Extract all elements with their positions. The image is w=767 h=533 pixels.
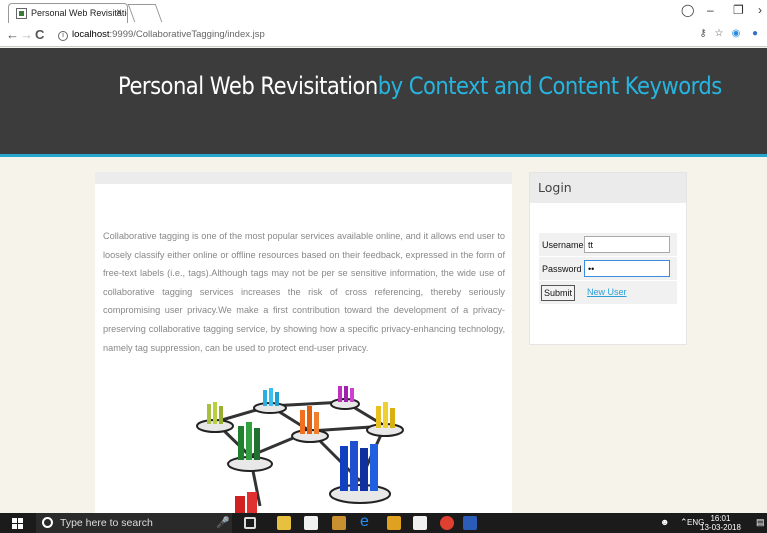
- url-input[interactable]: i localhost:9999/CollaborativeTagging/ind…: [50, 25, 660, 44]
- word-icon[interactable]: [463, 516, 477, 530]
- windows-taskbar: Type here to search 🎤 e ☻ ⌃ ENG 16:01 13…: [0, 513, 767, 533]
- site-title: Personal Web Revisitationby Context and …: [118, 72, 722, 100]
- cortana-icon: [42, 517, 53, 528]
- task-view-icon[interactable]: [244, 517, 256, 529]
- password-input[interactable]: ••: [584, 260, 670, 277]
- login-form: Username tt Password •• Submit New User: [539, 233, 677, 305]
- profile-icon[interactable]: ◯: [681, 3, 694, 17]
- site-info-icon[interactable]: i: [58, 31, 68, 41]
- key-icon[interactable]: ⚷: [697, 28, 709, 40]
- clock-time: 16:01: [710, 514, 731, 523]
- forward-icon[interactable]: →: [20, 27, 33, 42]
- paint-icon[interactable]: [387, 516, 401, 530]
- notification-icon[interactable]: ▤: [756, 517, 765, 528]
- extension-icon[interactable]: ◉: [730, 28, 742, 40]
- chrome-icon[interactable]: [440, 516, 454, 530]
- reload-icon[interactable]: C: [35, 27, 44, 42]
- back-icon[interactable]: ←: [6, 27, 19, 42]
- tab-title: Personal Web Revisitatio: [31, 8, 128, 18]
- page-favicon-icon: [16, 8, 27, 19]
- store-icon[interactable]: [304, 516, 318, 530]
- content-top-strip: [95, 172, 512, 184]
- address-bar-row: ← → C i localhost:9999/CollaborativeTaggi…: [0, 23, 767, 47]
- social-network-illustration: [196, 386, 404, 513]
- site-title-sub: by Context and Content Keywords: [377, 72, 723, 100]
- app-icon[interactable]: [332, 516, 346, 530]
- site-header: Personal Web Revisitationby Context and …: [0, 48, 767, 157]
- username-input[interactable]: tt: [584, 236, 670, 253]
- content-panel: Collaborative tagging is one of the most…: [95, 172, 512, 513]
- extension-icon-2[interactable]: ●: [749, 28, 761, 40]
- windows-start-icon[interactable]: [12, 518, 23, 529]
- people-icon[interactable]: ☻: [660, 517, 669, 527]
- bookmark-star-icon[interactable]: ☆: [713, 28, 725, 40]
- url-host: localhost: [72, 29, 110, 40]
- taskbar-search[interactable]: Type here to search 🎤: [36, 513, 232, 533]
- microphone-icon[interactable]: 🎤: [216, 516, 230, 529]
- edge-icon[interactable]: e: [360, 513, 374, 530]
- file-explorer-icon[interactable]: [277, 516, 291, 530]
- new-tab-button[interactable]: [127, 4, 163, 22]
- url-path: :9999/CollaborativeTagging/index.jsp: [109, 29, 265, 40]
- intro-paragraph: Collaborative tagging is one of the most…: [103, 231, 505, 353]
- taskbar-search-input[interactable]: Type here to search: [60, 517, 153, 529]
- minimize-icon[interactable]: –: [707, 3, 714, 17]
- browser-tab-bar: Personal Web Revisitatio × ◯ – ❐ ›: [0, 0, 767, 23]
- header-divider: [0, 154, 767, 157]
- clock-date: 13-03-2018: [700, 523, 741, 532]
- tab-close-icon[interactable]: ×: [116, 7, 122, 18]
- close-window-icon[interactable]: ›: [758, 3, 762, 17]
- actions-row: Submit New User: [539, 281, 677, 305]
- site-title-main: Personal Web Revisitation: [118, 72, 378, 100]
- browser-tab[interactable]: Personal Web Revisitatio ×: [8, 3, 128, 23]
- password-row: Password ••: [539, 257, 677, 281]
- username-label: Username: [542, 240, 584, 250]
- restore-icon[interactable]: ❐: [733, 3, 744, 17]
- new-user-link[interactable]: New User: [587, 287, 627, 297]
- mail-icon[interactable]: [413, 516, 427, 530]
- system-clock[interactable]: 16:01 13-03-2018: [700, 514, 741, 532]
- username-row: Username tt: [539, 233, 677, 257]
- password-label: Password: [542, 264, 582, 274]
- login-title: Login: [530, 173, 686, 203]
- login-panel: Login Username tt Password •• Submit New…: [529, 172, 687, 345]
- submit-button[interactable]: Submit: [541, 285, 575, 301]
